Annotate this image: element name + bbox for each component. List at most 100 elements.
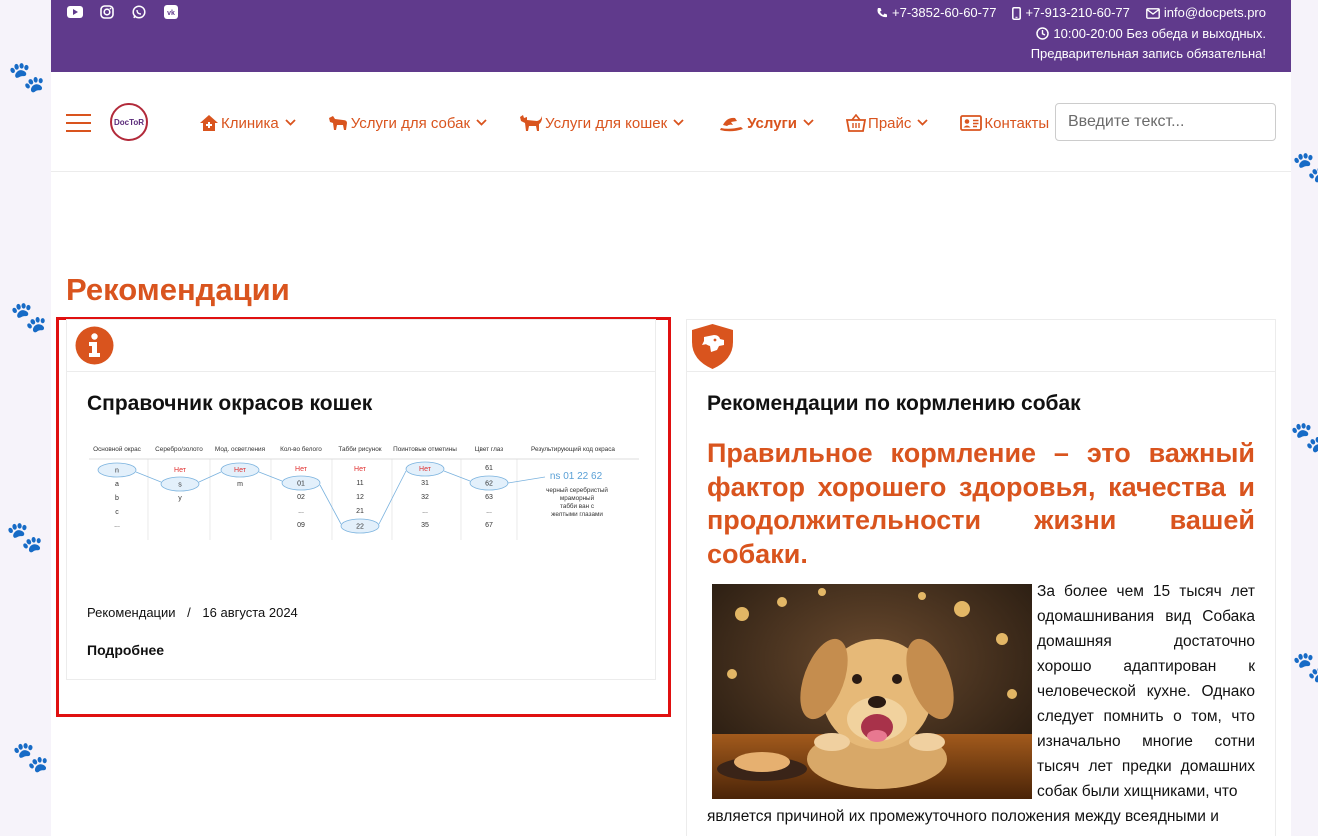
diagram-result-text: мраморный bbox=[560, 494, 595, 502]
diagram-cell: Нет bbox=[234, 467, 247, 474]
nav-item-label: Услуги для собак bbox=[350, 114, 471, 132]
cat-color-code-diagram: Основной окрас Серебро/золото Мод. освет… bbox=[89, 445, 639, 540]
instagram-icon[interactable] bbox=[98, 4, 116, 20]
whatsapp-icon[interactable] bbox=[130, 4, 148, 20]
card-header bbox=[67, 320, 655, 372]
diagram-header: Цвет глаз bbox=[475, 446, 503, 453]
top-bar: vk +7-3852-60-60-77 +7-913-210-60-77 inf… bbox=[51, 0, 1291, 72]
diagram-cell: s bbox=[178, 482, 182, 489]
nav-item-label: Услуги для кошек bbox=[545, 114, 668, 132]
diagram-header: Результирующий код окраса bbox=[531, 445, 615, 453]
diagram-header: Табби рисунок bbox=[338, 445, 381, 453]
paw-pattern-icon: 🐾 bbox=[6, 521, 44, 554]
svg-text:vk: vk bbox=[167, 10, 175, 17]
site-logo[interactable]: DocToR bbox=[110, 103, 148, 141]
diagram-cell: 63 bbox=[485, 494, 493, 501]
diagram-header: Кол-во белого bbox=[280, 445, 322, 453]
diagram-header: Основной окрас bbox=[93, 445, 142, 453]
meta-separator: / bbox=[187, 605, 191, 620]
card-title[interactable]: Справочник окрасов кошек bbox=[87, 392, 372, 416]
phone-icon bbox=[877, 8, 887, 18]
article-body-continued: является причиной их промежуточного поло… bbox=[707, 808, 1219, 825]
hamburger-menu-icon[interactable] bbox=[66, 114, 91, 138]
diagram-cell: Нет bbox=[295, 466, 308, 473]
youtube-icon[interactable] bbox=[66, 4, 84, 20]
nav-item-dog-services[interactable]: Услуги для собак bbox=[327, 112, 487, 134]
diagram-cell: ... bbox=[114, 522, 120, 529]
nav-item-label: Клиника bbox=[221, 114, 279, 132]
email-link[interactable]: info@docpets.pro bbox=[1164, 3, 1266, 24]
dog-photo bbox=[712, 584, 1032, 799]
diagram-cell: 12 bbox=[356, 494, 364, 501]
diagram-header: Мод. осветления bbox=[215, 446, 266, 453]
appointment-notice: Предварительная запись обязательна! bbox=[1030, 46, 1266, 61]
paw-pattern-icon: 🐾 bbox=[1290, 421, 1318, 454]
contact-info: +7-3852-60-60-77 +7-913-210-60-77 info@d… bbox=[876, 3, 1266, 65]
paw-pattern-icon: 🐾 bbox=[12, 741, 50, 774]
diagram-cell: 67 bbox=[485, 522, 493, 529]
article-card-dog-feeding[interactable]: Рекомендации по кормлению собак Правильн… bbox=[686, 319, 1276, 836]
mobile-icon bbox=[1012, 6, 1022, 20]
diagram-cell: ... bbox=[486, 508, 492, 515]
diagram-cell: c bbox=[115, 509, 119, 516]
diagram-cell: b bbox=[115, 495, 119, 502]
diagram-cell: 01 bbox=[297, 481, 305, 488]
diagram-header: Серебро/золото bbox=[155, 445, 203, 453]
social-links: vk bbox=[66, 4, 180, 20]
diagram-cell: 32 bbox=[421, 494, 429, 501]
contact-card-icon bbox=[960, 115, 983, 131]
clock-icon bbox=[1036, 27, 1050, 40]
cat-icon bbox=[520, 115, 543, 131]
diagram-cell: 31 bbox=[421, 480, 429, 487]
card-header bbox=[687, 320, 1275, 372]
phone-landline[interactable]: +7-3852-60-60-77 bbox=[892, 3, 996, 24]
diagram-cell: y bbox=[178, 495, 182, 502]
logo-text: DocToR bbox=[113, 117, 145, 127]
diagram-result-text: желтыми глазами bbox=[551, 511, 603, 518]
vk-icon[interactable]: vk bbox=[162, 4, 180, 20]
diagram-header: Поинтовые отметины bbox=[393, 446, 457, 453]
nav-item-label: Услуги bbox=[747, 114, 798, 132]
diagram-cell: ... bbox=[422, 508, 428, 515]
card-date: 16 августа 2024 bbox=[202, 605, 298, 620]
card-title[interactable]: Рекомендации по кормлению собак bbox=[707, 392, 1081, 416]
article-card-cat-colors[interactable]: Справочник окрасов кошек Основной окрас … bbox=[66, 319, 656, 680]
grooming-icon bbox=[720, 117, 744, 132]
chevron-down-icon bbox=[476, 118, 487, 126]
paw-pattern-icon: 🐾 bbox=[10, 301, 48, 334]
diagram-cell: 09 bbox=[297, 522, 305, 529]
page: vk +7-3852-60-60-77 +7-913-210-60-77 inf… bbox=[51, 0, 1291, 836]
search-input[interactable] bbox=[1055, 103, 1276, 141]
nav-item-contacts[interactable]: Контакты bbox=[960, 112, 1049, 134]
diagram-cell: 62 bbox=[485, 481, 493, 488]
diagram-cell: n bbox=[115, 468, 119, 475]
diagram-cell: Нет bbox=[354, 466, 367, 473]
envelope-icon bbox=[1146, 7, 1160, 19]
diagram-cell: 22 bbox=[356, 524, 364, 531]
diagram-cell: Нет bbox=[419, 466, 432, 473]
basket-icon bbox=[846, 114, 867, 132]
nav-item-clinic[interactable]: Клиника bbox=[199, 112, 296, 134]
diagram-result-text: табби ван с bbox=[560, 502, 594, 510]
clinic-house-icon bbox=[200, 115, 218, 131]
chevron-down-icon bbox=[917, 118, 929, 126]
nav-menu: Клиника Услуги для собак Услуги для коше… bbox=[196, 112, 1049, 134]
dog-icon bbox=[328, 116, 347, 130]
paw-pattern-icon: 🐾 bbox=[1292, 151, 1318, 184]
phone-mobile[interactable]: +7-913-210-60-77 bbox=[1025, 3, 1129, 24]
page-title: Рекомендации bbox=[66, 272, 290, 307]
diagram-cell: m bbox=[237, 481, 243, 488]
info-icon bbox=[75, 326, 114, 365]
main-navigation: DocToR Клиника Услуги для собак Услуги д… bbox=[51, 72, 1291, 172]
diagram-cell: Нет bbox=[174, 467, 187, 474]
nav-item-cat-services[interactable]: Услуги для кошек bbox=[519, 112, 684, 134]
nav-item-label: Контакты bbox=[984, 114, 1050, 132]
paw-pattern-icon: 🐾 bbox=[1292, 651, 1318, 684]
card-category[interactable]: Рекомендации bbox=[87, 605, 176, 620]
nav-item-price[interactable]: Прайс bbox=[846, 112, 929, 134]
nav-item-label: Прайс bbox=[868, 114, 912, 132]
nav-item-services[interactable]: Услуги bbox=[719, 112, 814, 134]
chevron-down-icon bbox=[803, 118, 814, 126]
diagram-cell: 61 bbox=[485, 465, 493, 472]
read-more-link[interactable]: Подробнее bbox=[87, 642, 164, 658]
